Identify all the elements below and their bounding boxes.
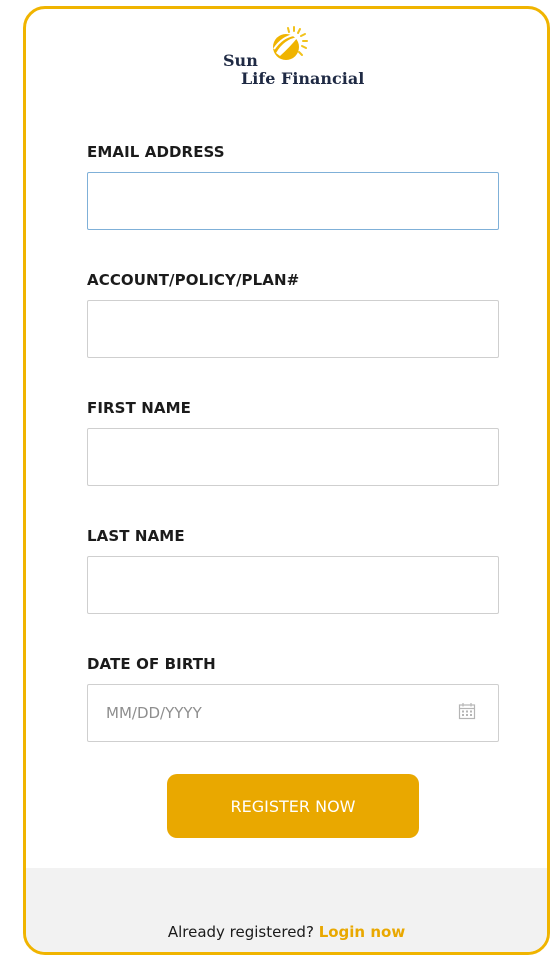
registration-card: Sun Life Financial EMAIL ADDRESS ACCOUNT… xyxy=(23,6,550,955)
register-now-button[interactable]: REGISTER NOW xyxy=(167,774,419,838)
sun-life-logo: Sun Life Financial xyxy=(216,23,376,93)
dob-input[interactable] xyxy=(87,684,499,742)
dob-label: DATE OF BIRTH xyxy=(87,655,216,673)
account-label: ACCOUNT/POLICY/PLAN# xyxy=(87,271,300,289)
email-label: EMAIL ADDRESS xyxy=(87,143,225,161)
logo-text-sun: Sun xyxy=(223,51,258,70)
sun-rays-icon xyxy=(273,26,308,60)
first-name-label: FIRST NAME xyxy=(87,399,191,417)
footer-text: Already registered? Login now xyxy=(26,923,547,941)
last-name-label: LAST NAME xyxy=(87,527,185,545)
calendar-icon[interactable] xyxy=(458,702,476,720)
footer: Already registered? Login now xyxy=(26,868,547,952)
login-now-link[interactable]: Login now xyxy=(319,923,405,941)
logo-text-life-financial: Life Financial xyxy=(241,69,365,88)
first-name-input[interactable] xyxy=(87,428,499,486)
email-input[interactable] xyxy=(87,172,499,230)
account-input[interactable] xyxy=(87,300,499,358)
last-name-input[interactable] xyxy=(87,556,499,614)
already-registered-prompt: Already registered? xyxy=(167,923,319,941)
